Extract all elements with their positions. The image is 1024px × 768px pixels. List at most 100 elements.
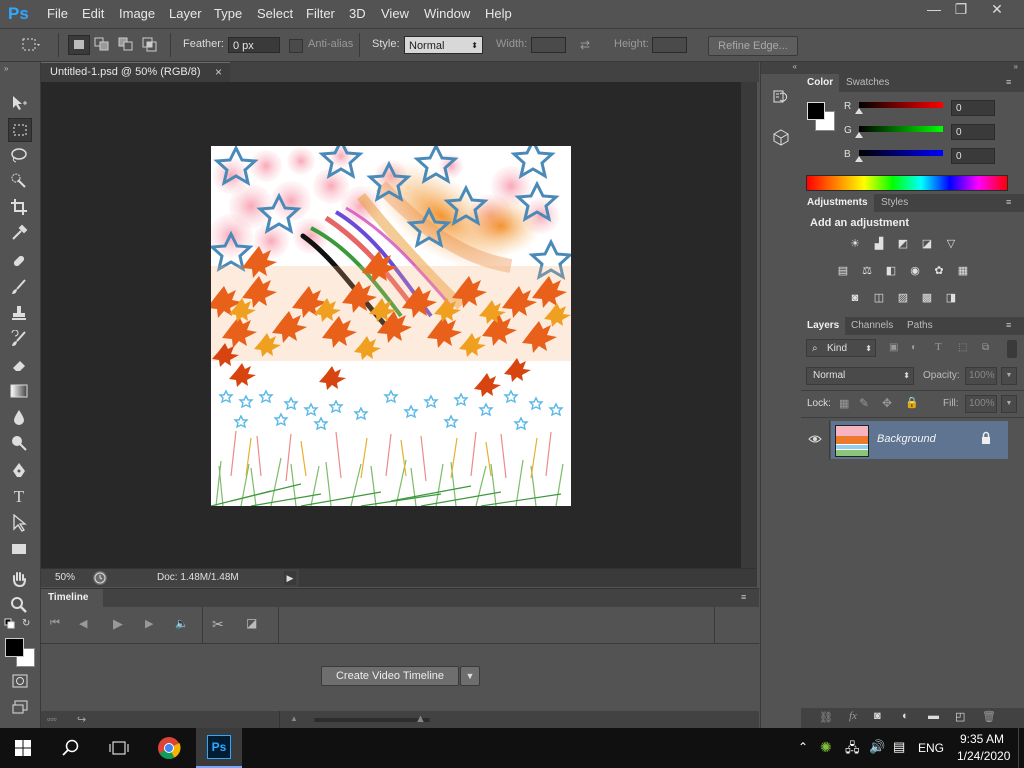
blur-tool-icon[interactable] — [8, 406, 30, 428]
blue-value-input[interactable]: 0 — [951, 148, 995, 164]
collapse-toolbox-icon[interactable]: » — [4, 64, 36, 73]
fill-dropdown-icon[interactable]: ▼ — [1001, 395, 1017, 413]
audio-icon[interactable]: 🔈 — [175, 617, 189, 630]
refine-edge-button[interactable]: Refine Edge... — [708, 36, 798, 56]
sync-status-icon[interactable]: ✺ — [820, 739, 832, 756]
language-indicator[interactable]: ENG — [918, 741, 944, 755]
layer-style-icon[interactable]: fx — [849, 710, 857, 722]
filter-pixel-icon[interactable]: ▣ — [889, 342, 901, 354]
move-tool-icon[interactable] — [8, 92, 30, 114]
lock-image-pixels-icon[interactable]: ✎ — [859, 396, 869, 410]
volume-icon[interactable]: 🔊 — [869, 739, 885, 755]
hand-tool-icon[interactable] — [8, 568, 30, 590]
play-icon[interactable]: ▶ — [113, 616, 123, 632]
history-brush-tool-icon[interactable] — [8, 328, 30, 350]
transition-icon[interactable]: ◪ — [246, 616, 257, 630]
3d-panel-icon[interactable] — [772, 128, 790, 146]
gradient-tool-icon[interactable] — [8, 380, 30, 402]
width-input[interactable] — [531, 37, 566, 53]
close-window-button[interactable]: ✕ — [973, 0, 1021, 20]
search-icon[interactable] — [48, 728, 94, 768]
split-scissors-icon[interactable]: ✂ — [212, 616, 224, 633]
tab-color[interactable]: Color — [801, 74, 840, 92]
rectangle-tool-icon[interactable] — [8, 538, 30, 560]
filter-type-icon[interactable]: T — [935, 341, 947, 353]
zoom-in-mountain-icon[interactable]: ▲ — [415, 713, 426, 725]
fill-input[interactable]: 100% — [965, 395, 997, 413]
invert-icon[interactable]: ◙ — [847, 291, 863, 305]
menu-window[interactable]: Window — [424, 0, 470, 28]
eyedropper-tool-icon[interactable] — [8, 222, 30, 244]
add-to-selection-icon[interactable] — [92, 35, 112, 53]
status-clock-icon[interactable] — [93, 571, 107, 585]
new-adjustment-layer-icon[interactable]: ◐ — [902, 710, 909, 722]
antialias-checkbox[interactable] — [289, 39, 303, 53]
foreground-color-swatch[interactable] — [5, 638, 24, 657]
menu-filter[interactable]: Filter — [306, 0, 335, 28]
threshold-icon[interactable]: ▨ — [895, 291, 911, 305]
tab-adjustments[interactable]: Adjustments — [801, 194, 874, 212]
green-value-input[interactable]: 0 — [951, 124, 995, 140]
path-selection-tool-icon[interactable] — [8, 512, 30, 534]
panel-menu-icon[interactable]: ≡ — [1006, 77, 1011, 87]
eraser-tool-icon[interactable] — [8, 354, 30, 376]
status-menu-arrow-icon[interactable]: ▶ — [284, 571, 296, 585]
swap-icon[interactable]: ⇄ — [580, 38, 598, 52]
windows-start-icon[interactable] — [0, 728, 46, 768]
chrome-icon[interactable] — [146, 728, 192, 768]
menu-3d[interactable]: 3D — [349, 0, 366, 28]
tab-swatches[interactable]: Swatches — [840, 74, 895, 92]
opacity-dropdown-icon[interactable]: ▼ — [1001, 367, 1017, 385]
layer-filter-select[interactable]: ⌕ Kind ⬍ — [806, 339, 876, 357]
default-colors-icon[interactable] — [4, 618, 16, 630]
lasso-tool-icon[interactable] — [8, 144, 30, 166]
panel-menu-icon[interactable]: ≡ — [741, 592, 755, 604]
blend-mode-select[interactable]: Normal ⬍ — [806, 367, 914, 385]
filter-adjustment-icon[interactable]: ◐ — [911, 342, 923, 354]
zoom-level[interactable]: 50% — [55, 572, 75, 583]
new-group-icon[interactable]: ▬ — [928, 710, 939, 722]
marquee-tool-preset-icon[interactable] — [20, 37, 42, 53]
photo-filter-icon[interactable]: ◉ — [907, 264, 923, 278]
brush-tool-icon[interactable] — [8, 276, 30, 298]
layer-row[interactable]: Background — [801, 420, 1024, 460]
posterize-icon[interactable]: ◫ — [871, 291, 887, 305]
blue-slider-knob-icon[interactable] — [855, 156, 863, 162]
collapse-panels-icon[interactable]: » — [801, 62, 1024, 74]
menu-type[interactable]: Type — [214, 0, 242, 28]
link-layers-icon[interactable]: ⛓ — [819, 711, 833, 724]
tab-channels[interactable]: Channels — [845, 317, 899, 335]
lock-position-icon[interactable]: ✥ — [882, 396, 892, 410]
color-lookup-icon[interactable]: ▦ — [955, 264, 971, 278]
menu-file[interactable]: File — [47, 0, 68, 28]
tab-layers[interactable]: Layers — [801, 317, 846, 335]
create-video-timeline-button[interactable]: Create Video Timeline — [321, 666, 459, 686]
healing-brush-tool-icon[interactable] — [8, 250, 30, 272]
clone-stamp-tool-icon[interactable] — [8, 302, 30, 324]
vibrance-icon[interactable]: ▽ — [943, 237, 959, 251]
timeline-tab[interactable]: Timeline — [41, 589, 103, 607]
feather-input[interactable]: 0 px — [228, 37, 280, 53]
show-desktop-button[interactable] — [1018, 728, 1024, 768]
panel-menu-icon[interactable]: ≡ — [1006, 197, 1011, 207]
horizontal-scrollbar[interactable] — [299, 569, 757, 587]
next-frame-icon[interactable]: ▶ — [145, 617, 153, 630]
tab-paths[interactable]: Paths — [901, 317, 939, 335]
menu-edit[interactable]: Edit — [82, 0, 104, 28]
screen-mode-icon[interactable] — [9, 696, 31, 718]
curves-icon[interactable]: ◩ — [895, 237, 911, 251]
exposure-icon[interactable]: ◪ — [919, 237, 935, 251]
red-slider-knob-icon[interactable] — [855, 108, 863, 114]
frame-animation-icon[interactable]: ▫▫▫ — [47, 714, 57, 724]
quick-selection-tool-icon[interactable] — [8, 170, 30, 192]
selective-color-icon[interactable]: ▩ — [919, 291, 935, 305]
convert-icon[interactable]: ↪ — [77, 713, 86, 726]
add-mask-icon[interactable]: ◙ — [874, 710, 881, 722]
blue-slider[interactable] — [855, 150, 943, 162]
color-spectrum-ramp[interactable] — [806, 175, 1008, 191]
timeline-zoom-slider[interactable] — [314, 718, 430, 722]
history-panel-icon[interactable] — [772, 88, 790, 106]
green-slider-knob-icon[interactable] — [855, 132, 863, 138]
lock-all-icon[interactable]: 🔒 — [905, 396, 919, 409]
zoom-out-mountain-icon[interactable]: ▲ — [290, 714, 298, 723]
